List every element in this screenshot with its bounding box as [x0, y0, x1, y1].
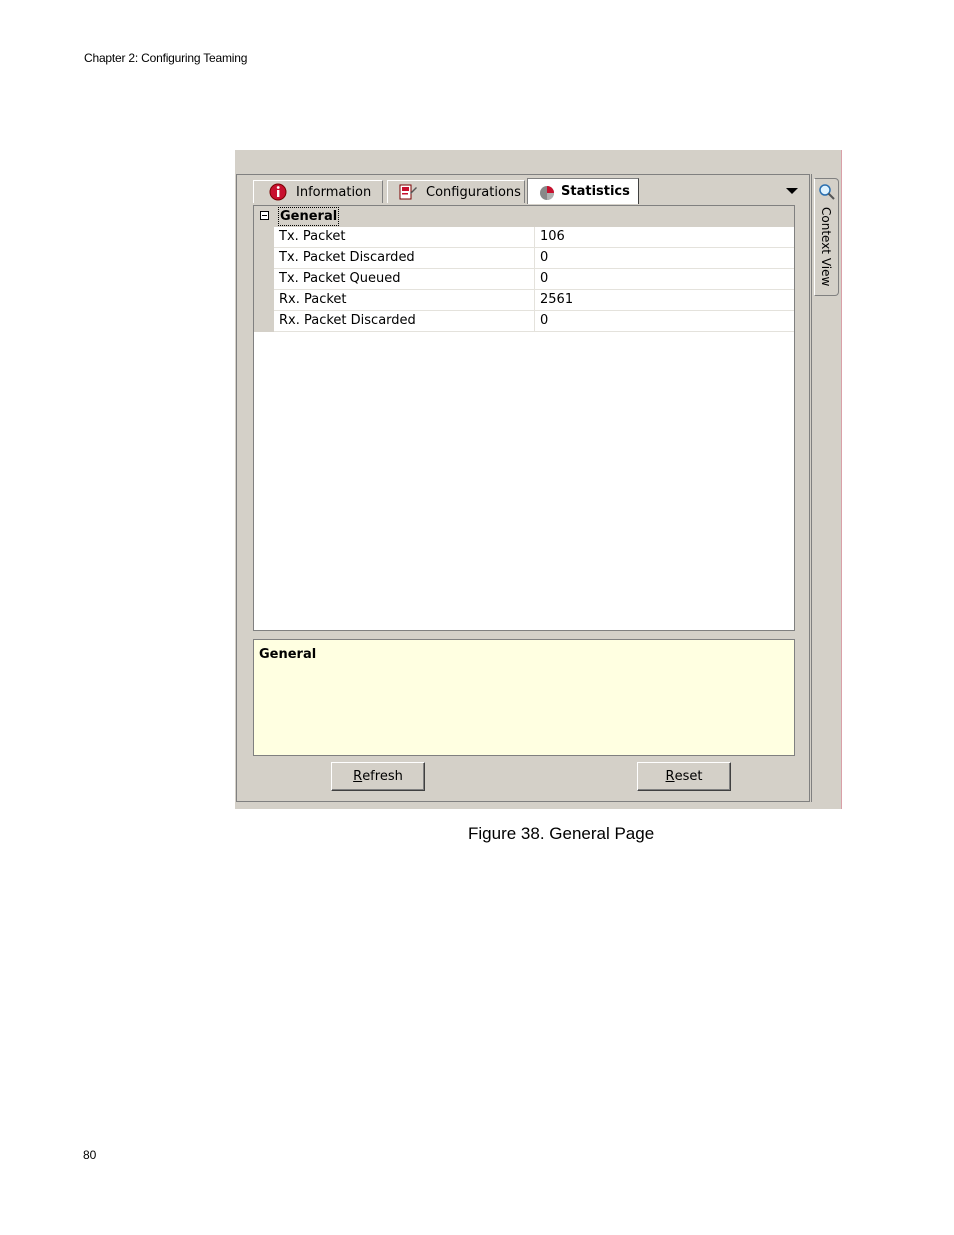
tab-statistics-label: Statistics [561, 184, 630, 199]
property-row[interactable]: Rx. Packet 2561 [274, 290, 794, 311]
tab-statistics[interactable]: Statistics [527, 178, 639, 204]
reset-mnemonic: R [665, 769, 675, 784]
property-row[interactable]: Tx. Packet Queued 0 [274, 269, 794, 290]
tab-configurations[interactable]: Configurations [387, 180, 525, 203]
property-value: 0 [540, 313, 549, 328]
configurations-icon [399, 184, 417, 200]
collapse-icon[interactable] [260, 211, 269, 220]
property-name: Rx. Packet [274, 290, 535, 310]
description-box: General [253, 639, 795, 756]
refresh-button[interactable]: Refresh [331, 762, 425, 791]
top-bar [235, 150, 842, 173]
context-view-tab[interactable]: Context View [814, 178, 839, 296]
tab-information-label: Information [296, 184, 372, 200]
page-number: 80 [83, 1148, 97, 1162]
information-icon [269, 183, 287, 201]
screenshot: Information Configurations Statistics Ge… [235, 150, 842, 809]
edge-line [841, 150, 842, 809]
property-value: 106 [540, 229, 565, 244]
property-grid: General Tx. Packet 106 Tx. Packet Discar… [253, 205, 795, 631]
chapter-header: Chapter 2: Configuring Teaming [84, 51, 248, 65]
property-name: Tx. Packet Queued [274, 269, 535, 289]
category-row-general[interactable]: General [254, 206, 794, 227]
reset-button[interactable]: Reset [637, 762, 731, 791]
context-view-label: Context View [819, 207, 833, 287]
magnifier-icon [819, 184, 835, 200]
property-value: 2561 [540, 292, 574, 307]
description-title: General [259, 647, 317, 662]
tab-menu-arrow-icon[interactable] [786, 188, 798, 194]
tab-configurations-label: Configurations [426, 184, 521, 200]
property-name: Tx. Packet Discarded [274, 248, 535, 268]
property-name: Tx. Packet [274, 227, 535, 247]
statistics-panel: Information Configurations Statistics Ge… [236, 174, 810, 802]
category-label: General [278, 207, 340, 226]
property-name: Rx. Packet Discarded [274, 311, 535, 331]
figure-caption: Figure 38. General Page [468, 824, 655, 843]
side-divider [811, 174, 812, 802]
tab-information[interactable]: Information [253, 180, 383, 203]
statistics-icon [540, 185, 554, 200]
reset-label: eset [674, 769, 703, 784]
property-row[interactable]: Rx. Packet Discarded 0 [274, 311, 794, 332]
property-row[interactable]: Tx. Packet 106 [274, 227, 794, 248]
property-row[interactable]: Tx. Packet Discarded 0 [274, 248, 794, 269]
property-value: 0 [540, 250, 549, 265]
property-value: 0 [540, 271, 549, 286]
refresh-mnemonic: R [353, 769, 363, 784]
refresh-label: efresh [362, 769, 403, 784]
tab-strip: Information Configurations Statistics [237, 175, 809, 205]
